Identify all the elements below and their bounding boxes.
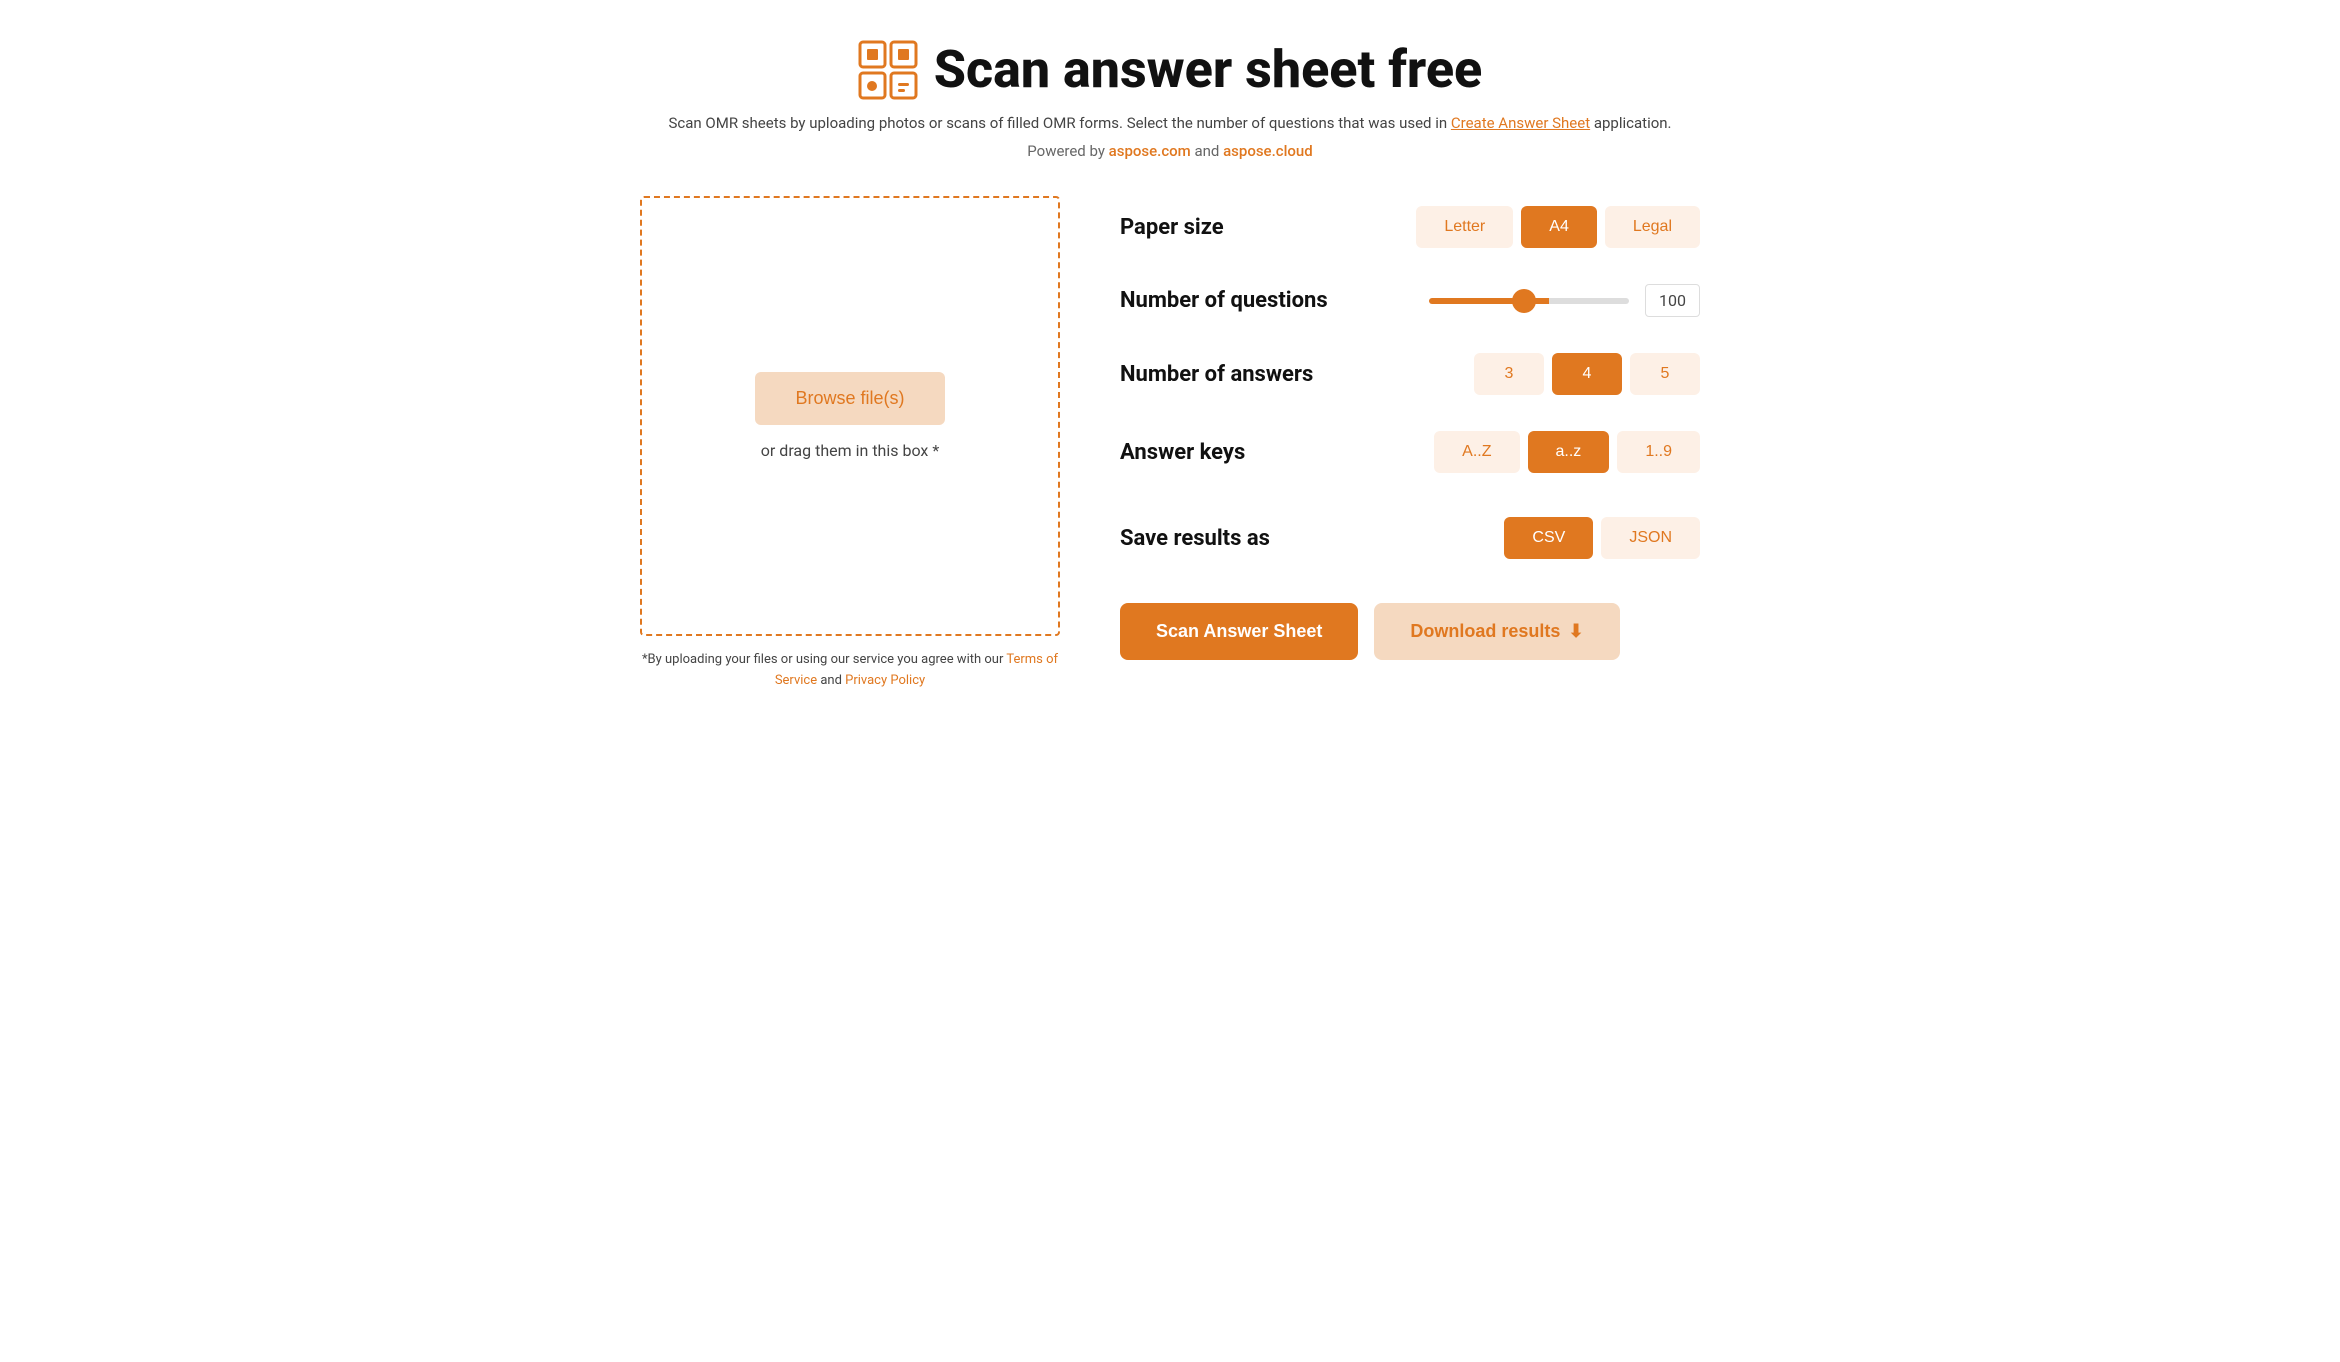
answer-keys-row: Answer keys A..Z a..z 1..9	[1120, 431, 1700, 473]
drag-text: or drag them in this box *	[761, 441, 939, 460]
num-answers-row: Number of answers 3 4 5	[1120, 353, 1700, 395]
questions-slider[interactable]	[1429, 298, 1629, 304]
privacy-policy-link[interactable]: Privacy Policy	[845, 673, 925, 688]
download-icon: ⬇	[1568, 621, 1583, 642]
paper-size-row: Paper size Letter A4 Legal	[1120, 206, 1700, 248]
page-title: Scan answer sheet free	[934, 44, 1483, 96]
aspose-cloud-link[interactable]: aspose.cloud	[1223, 142, 1313, 160]
page-header: Scan answer sheet free Scan OMR sheets b…	[640, 40, 1700, 160]
powered-by: Powered by aspose.com and aspose.cloud	[640, 142, 1700, 160]
num-answers-3[interactable]: 3	[1474, 353, 1544, 395]
num-answers-control: 3 4 5	[1474, 353, 1700, 395]
paper-size-legal[interactable]: Legal	[1605, 206, 1700, 248]
paper-size-label: Paper size	[1120, 215, 1320, 240]
header-subtitle: Scan OMR sheets by uploading photos or s…	[640, 114, 1700, 132]
save-results-control: CSV JSON	[1504, 517, 1700, 559]
answer-keys-19[interactable]: 1..9	[1617, 431, 1700, 473]
omr-icon	[858, 40, 918, 100]
save-results-json[interactable]: JSON	[1601, 517, 1700, 559]
num-questions-label: Number of questions	[1120, 288, 1328, 313]
num-questions-control: 100	[1429, 284, 1700, 317]
num-answers-4[interactable]: 4	[1552, 353, 1622, 395]
answer-keys-az-upper[interactable]: A..Z	[1434, 431, 1519, 473]
main-content: Browse file(s) or drag them in this box …	[640, 196, 1700, 692]
upload-footnote: *By uploading your files or using our se…	[640, 650, 1060, 692]
upload-section: Browse file(s) or drag them in this box …	[640, 196, 1060, 692]
answer-keys-az-lower[interactable]: a..z	[1528, 431, 1610, 473]
questions-value: 100	[1645, 284, 1700, 317]
download-results-button[interactable]: Download results ⬇	[1374, 603, 1619, 660]
paper-size-a4[interactable]: A4	[1521, 206, 1597, 248]
settings-section: Paper size Letter A4 Legal Number of que…	[1120, 196, 1700, 660]
num-answers-5[interactable]: 5	[1630, 353, 1700, 395]
save-results-csv[interactable]: CSV	[1504, 517, 1593, 559]
aspose-com-link[interactable]: aspose.com	[1109, 142, 1191, 160]
download-results-label: Download results	[1410, 621, 1560, 642]
answer-keys-control: A..Z a..z 1..9	[1434, 431, 1700, 473]
paper-size-letter[interactable]: Letter	[1416, 206, 1513, 248]
num-answers-label: Number of answers	[1120, 362, 1320, 387]
answer-keys-label: Answer keys	[1120, 440, 1320, 465]
save-results-label: Save results as	[1120, 526, 1320, 551]
browse-files-button[interactable]: Browse file(s)	[755, 372, 944, 425]
paper-size-control: Letter A4 Legal	[1416, 206, 1700, 248]
save-results-row: Save results as CSV JSON	[1120, 517, 1700, 559]
scan-answer-sheet-button[interactable]: Scan Answer Sheet	[1120, 603, 1358, 660]
create-answer-sheet-link[interactable]: Create Answer Sheet	[1451, 114, 1590, 132]
upload-dropzone[interactable]: Browse file(s) or drag them in this box …	[640, 196, 1060, 636]
action-buttons: Scan Answer Sheet Download results ⬇	[1120, 603, 1700, 660]
num-questions-row: Number of questions 100	[1120, 284, 1700, 317]
